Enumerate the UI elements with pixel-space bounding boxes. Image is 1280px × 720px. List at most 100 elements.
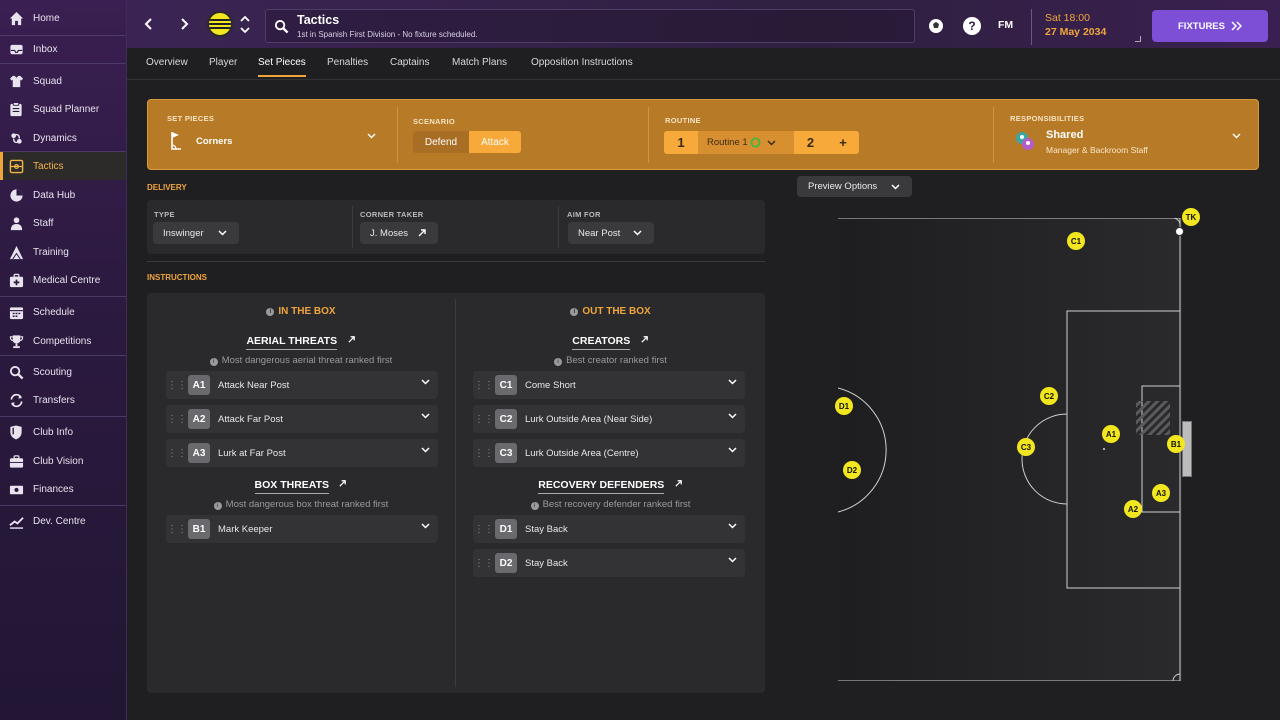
player-marker-tk[interactable]: TK (1182, 208, 1200, 226)
sidebar-item-scouting[interactable]: Scouting (0, 358, 126, 386)
drag-handle-icon[interactable]: ⋮⋮ (166, 414, 188, 425)
player-marker-c3[interactable]: C3 (1017, 438, 1035, 456)
sidebar-item-schedule[interactable]: Schedule (0, 298, 126, 326)
drag-handle-icon[interactable]: ⋮⋮ (166, 524, 188, 535)
tab-set-pieces[interactable]: Set Pieces (258, 57, 306, 77)
out-the-box-label: OUT THE BOX (582, 306, 651, 317)
drag-handle-icon[interactable]: ⋮⋮ (473, 524, 495, 535)
sidebar-item-training[interactable]: Training (0, 238, 126, 266)
list-item[interactable]: ⋮⋮ C2 Lurk Outside Area (Near Side) (473, 405, 745, 433)
box-threats-title[interactable]: BOX THREATS (147, 475, 455, 494)
list-item[interactable]: ⋮⋮ B1 Mark Keeper (166, 515, 438, 543)
tab-captains[interactable]: Captains (390, 57, 429, 68)
recovery-defenders-subtitle: i Best recovery defender ranked first (456, 499, 765, 510)
list-item[interactable]: ⋮⋮ A1 Attack Near Post (166, 371, 438, 399)
attack-button[interactable]: Attack (469, 131, 521, 153)
responsibilities-selector[interactable]: Shared Manager & Backroom Staff (1010, 127, 1242, 157)
delivery-heading: DELIVERY (147, 183, 187, 192)
corner-taker-dropdown[interactable]: J. Moses (360, 222, 438, 244)
club-badge-icon[interactable] (207, 11, 233, 37)
drag-handle-icon[interactable]: ⋮⋮ (473, 414, 495, 425)
home-icon (8, 10, 24, 26)
player-marker-a2[interactable]: A2 (1124, 500, 1142, 518)
sidebar-item-medical-centre[interactable]: Medical Centre (0, 266, 126, 294)
role-code: A1 (188, 375, 210, 395)
help-button[interactable]: ? (963, 17, 981, 35)
set-pieces-panel: SET PIECES Corners SCENARIO Defend Attac… (147, 99, 1259, 170)
delivery-type-dropdown[interactable]: Inswinger (153, 222, 239, 244)
aerial-threats-title[interactable]: AERIAL THREATS (147, 331, 455, 350)
chevron-down-icon (728, 447, 737, 453)
tab-opposition-instructions[interactable]: Opposition Instructions (531, 57, 633, 68)
sidebar-item-competitions[interactable]: Competitions (0, 327, 126, 355)
date-display[interactable]: Sat 18:00 27 May 2034 (1031, 9, 1141, 45)
sidebar-item-transfers[interactable]: Transfers (0, 386, 126, 414)
tab-match-plans[interactable]: Match Plans (452, 57, 507, 68)
back-button[interactable] (140, 14, 158, 34)
aim-for-dropdown[interactable]: Near Post (568, 222, 654, 244)
search-bar[interactable]: Tactics 1st in Spanish First Division - … (265, 9, 915, 43)
fixtures-button[interactable]: FIXTURES (1152, 10, 1268, 42)
sidebar-item-home[interactable]: Home (0, 4, 126, 32)
sidebar-item-tactics[interactable]: Tactics (0, 152, 126, 180)
list-item[interactable]: ⋮⋮ D2 Stay Back (473, 549, 745, 577)
delivery-type-value: Inswinger (163, 227, 204, 239)
role-label: Mark Keeper (218, 523, 273, 535)
list-item[interactable]: ⋮⋮ A2 Attack Far Post (166, 405, 438, 433)
fm-menu-button[interactable]: FM (998, 19, 1013, 31)
tab-player[interactable]: Player (209, 57, 237, 68)
drag-handle-icon[interactable]: ⋮⋮ (166, 380, 188, 391)
info-icon: i (530, 502, 539, 510)
tactics-icon (8, 158, 24, 174)
sidebar-item-finances[interactable]: Finances (0, 475, 126, 503)
sidebar-item-dev-centre[interactable]: Dev. Centre (0, 507, 126, 535)
sidebar-item-staff[interactable]: Staff (0, 209, 126, 237)
player-marker-a1[interactable]: A1 (1102, 425, 1120, 443)
player-marker-c2[interactable]: C2 (1040, 387, 1058, 405)
sidebar-item-data-hub[interactable]: Data Hub (0, 181, 126, 209)
double-chevron-right-icon (1231, 21, 1242, 31)
set-piece-selector[interactable]: Corners (167, 128, 377, 158)
tab-overview[interactable]: Overview (146, 57, 188, 68)
forward-button[interactable] (175, 14, 193, 34)
tab-penalties[interactable]: Penalties (327, 57, 368, 68)
list-item[interactable]: ⋮⋮ C1 Come Short (473, 371, 745, 399)
sidebar-item-dynamics[interactable]: Dynamics (0, 124, 126, 152)
routine-1-button[interactable]: 1 (664, 131, 698, 154)
list-item[interactable]: ⋮⋮ A3 Lurk at Far Post (166, 439, 438, 467)
player-marker-c1[interactable]: C1 (1067, 232, 1085, 250)
defend-button[interactable]: Defend (413, 131, 469, 153)
sidebar-item-club-vision[interactable]: Club Vision (0, 447, 126, 475)
drag-handle-icon[interactable]: ⋮⋮ (473, 448, 495, 459)
chevron-down-icon (421, 447, 430, 453)
sidebar-item-squad-planner[interactable]: Squad Planner (0, 95, 126, 123)
player-marker-b1[interactable]: B1 (1167, 435, 1185, 453)
player-marker-d1[interactable]: D1 (835, 397, 853, 415)
preview-options-dropdown[interactable]: Preview Options (797, 176, 912, 197)
creators-title[interactable]: CREATORS (456, 331, 765, 350)
player-marker-d2[interactable]: D2 (843, 461, 861, 479)
routine-dropdown[interactable]: Routine 1 (698, 131, 794, 154)
drag-handle-icon[interactable]: ⋮⋮ (473, 558, 495, 569)
recovery-defenders-title[interactable]: RECOVERY DEFENDERS (456, 475, 765, 494)
role-code: B1 (188, 519, 210, 539)
routine-2-button[interactable]: 2 (794, 131, 827, 154)
sidebar-item-squad[interactable]: Squad (0, 67, 126, 95)
sidebar-item-inbox[interactable]: Inbox (0, 35, 126, 63)
player-marker-a3[interactable]: A3 (1152, 484, 1170, 502)
list-item[interactable]: ⋮⋮ C3 Lurk Outside Area (Centre) (473, 439, 745, 467)
drag-handle-icon[interactable]: ⋮⋮ (473, 380, 495, 391)
sidebar-item-label: Medical Centre (33, 274, 101, 286)
out-the-box-heading: i OUT THE BOX (456, 306, 765, 317)
divider (147, 261, 765, 262)
help-button[interactable] (927, 17, 945, 35)
creators-subtitle: i Best creator ranked first (456, 355, 765, 366)
drag-handle-icon[interactable]: ⋮⋮ (166, 448, 188, 459)
role-label: Stay Back (525, 557, 568, 569)
sidebar-item-label: Home (33, 12, 60, 24)
list-item[interactable]: ⋮⋮ D1 Stay Back (473, 515, 745, 543)
sidebar-item-club-info[interactable]: Club Info (0, 418, 126, 446)
club-switch-button[interactable] (239, 14, 251, 36)
add-routine-button[interactable]: + (827, 131, 859, 154)
aim-for-value: Near Post (578, 227, 621, 239)
